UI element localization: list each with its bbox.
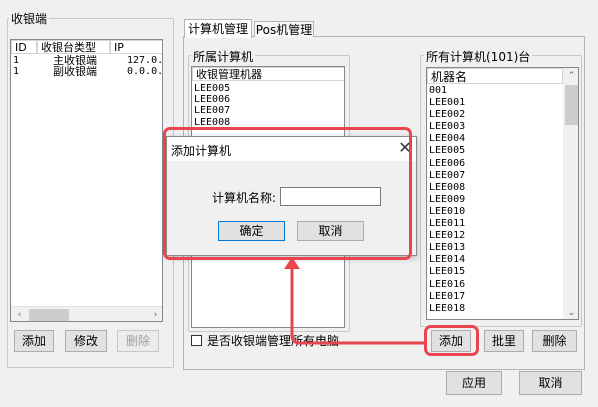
scroll-up-icon[interactable]: ⌃ <box>563 68 578 84</box>
cashier-rows: 1 主收银端 127.0.0 1 副收银端 0.0.0.0 <box>11 55 163 77</box>
scroll-down-icon[interactable]: ⌄ <box>563 305 578 319</box>
owned-legend: 所属计算机 <box>191 48 256 65</box>
table-cell: 副收银端 <box>53 66 97 77</box>
list-item[interactable]: LEE010 <box>427 206 563 218</box>
scroll-left-icon[interactable]: ‹ <box>11 307 28 321</box>
list-item[interactable]: LEE005 <box>427 145 563 157</box>
all-rows: 001 LEE001 LEE002 LEE003 LEE004 LEE005 LEE006 L… <box>427 85 563 315</box>
list-item[interactable]: LEE007 <box>192 105 344 116</box>
all-computers-list[interactable]: 机器名 001 LEE001 LEE002 LEE003 LEE004 LEE005 LEE… <box>426 67 579 320</box>
scroll-right-icon[interactable]: › <box>147 307 162 321</box>
list-item[interactable]: LEE006 <box>192 94 344 105</box>
table-cell: 1 <box>13 55 20 66</box>
cashier-modify-button[interactable]: 修改 <box>65 330 107 352</box>
list-item[interactable]: LEE009 <box>427 194 563 206</box>
list-item[interactable]: LEE015 <box>427 266 563 278</box>
cashier-add-button[interactable]: 添加 <box>14 330 54 352</box>
arrow-connector <box>284 257 424 345</box>
list-item[interactable]: LEE005 <box>192 83 344 94</box>
table-row[interactable]: 1 副收银端 0.0.0.0 <box>11 66 163 77</box>
column-header-ip[interactable]: IP <box>110 40 162 54</box>
arrow-line <box>290 263 424 345</box>
list-item[interactable]: LEE002 <box>427 109 563 121</box>
list-item[interactable]: LEE017 <box>427 291 563 303</box>
list-item[interactable]: LEE003 <box>427 121 563 133</box>
vertical-scrollbar[interactable]: ⌃ ⌄ <box>563 68 578 319</box>
manage-all-checkbox[interactable] <box>191 335 202 346</box>
column-header-id[interactable]: ID <box>11 40 37 54</box>
column-header-type[interactable]: 收银台类型 <box>37 40 110 54</box>
add-button-highlight <box>424 325 479 356</box>
table-cell: 0.0.0.0 <box>127 66 163 77</box>
list-item[interactable]: LEE004 <box>427 133 563 145</box>
table-cell: 1 <box>13 66 20 77</box>
apply-button[interactable]: 应用 <box>446 371 502 395</box>
list-item[interactable]: LEE016 <box>427 279 563 291</box>
list-item[interactable]: LEE011 <box>427 218 563 230</box>
scroll-thumb[interactable] <box>29 309 69 321</box>
table-cell: 主收银端 <box>53 55 97 66</box>
owned-rows: LEE005 LEE006 LEE007 LEE008 <box>192 83 344 128</box>
list-item[interactable]: 001 <box>427 85 563 97</box>
all-delete-button[interactable]: 删除 <box>532 330 577 352</box>
tab-pos-management[interactable]: Pos机管理 <box>254 21 314 37</box>
list-item[interactable]: LEE013 <box>427 242 563 254</box>
list-item[interactable]: LEE007 <box>427 170 563 182</box>
tab-computer-management[interactable]: 计算机管理 <box>184 19 252 38</box>
dialog-highlight <box>163 127 412 260</box>
list-item[interactable]: LEE014 <box>427 254 563 266</box>
cashier-delete-button[interactable]: 删除 <box>117 330 159 352</box>
all-batch-button[interactable]: 批里 <box>484 330 524 352</box>
all-column-header[interactable]: 机器名 <box>427 68 563 84</box>
cashier-legend: 收银端 <box>9 10 50 27</box>
table-row[interactable]: 1 主收银端 127.0.0 <box>11 55 163 66</box>
horizontal-scrollbar[interactable]: ‹ › <box>11 306 162 321</box>
table-cell: 127.0.0 <box>127 55 163 66</box>
scroll-thumb[interactable] <box>565 85 578 125</box>
owned-column-header[interactable]: 收银管理机器 <box>192 67 344 81</box>
list-item[interactable]: LEE012 <box>427 230 563 242</box>
list-item[interactable]: LEE008 <box>427 182 563 194</box>
list-item[interactable]: LEE018 <box>427 303 563 315</box>
arrow-head-icon <box>284 257 300 269</box>
list-item[interactable]: LEE006 <box>427 158 563 170</box>
footer-cancel-button[interactable]: 取消 <box>519 371 582 395</box>
list-item[interactable]: LEE001 <box>427 97 563 109</box>
cashier-list[interactable]: ID 收银台类型 IP 1 主收银端 127.0.0 1 副收银端 0.0.0.0 ‹ › <box>10 39 163 322</box>
all-computers-legend: 所有计算机(101)台 <box>424 48 533 65</box>
